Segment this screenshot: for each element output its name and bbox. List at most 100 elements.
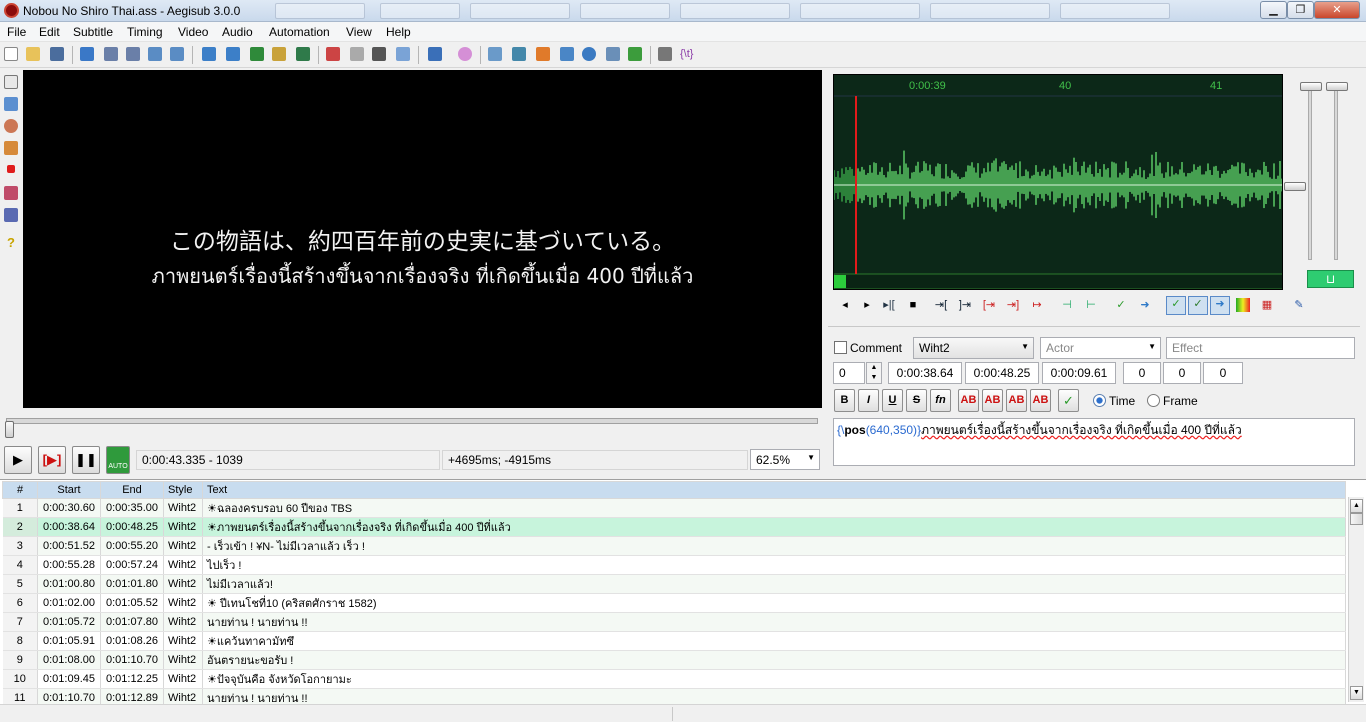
subtitle-grid[interactable]: # Start End Style Text 1 0:00:30.60 0:00:3…: [0, 479, 1366, 722]
header-start[interactable]: Start: [37, 481, 101, 499]
play-after-end-icon[interactable]: ⇥]: [1006, 298, 1020, 312]
table-row[interactable]: 5 0:01:00.80 0:01:01.80 Wiht2 ไม่มีเวลาแล้ว!: [2, 574, 1346, 594]
previous-line-icon[interactable]: ◂: [838, 298, 852, 312]
menu-audio[interactable]: Audio: [222, 25, 253, 39]
scroll-down-icon[interactable]: ▼: [1350, 686, 1363, 700]
video-seek-thumb[interactable]: [5, 421, 14, 438]
snap-to-keyframe-icon[interactable]: [488, 47, 502, 61]
menu-timing[interactable]: Timing: [127, 25, 163, 39]
bold-button[interactable]: B: [834, 389, 855, 412]
secondary-color-button[interactable]: AB: [982, 389, 1003, 412]
zoom-out-icon[interactable]: [126, 47, 140, 61]
video-display[interactable]: この物語は、約四百年前の史実に基づいている。 ภาพยนตร์เรื่องนี้…: [23, 70, 822, 408]
auto-next-toggle[interactable]: ✓: [1188, 296, 1208, 315]
lead-in-icon[interactable]: ⊣: [1060, 298, 1074, 312]
check-icon[interactable]: [628, 47, 642, 61]
table-row[interactable]: 6 0:01:02.00 0:01:05.52 Wiht2 ☀ ปีเทนโชที่10…: [2, 593, 1346, 613]
scale-tool-icon[interactable]: [7, 165, 15, 173]
play-selection-icon[interactable]: ▸|[: [882, 298, 896, 312]
table-row[interactable]: 10 0:01:09.45 0:01:12.25 Wiht2 ☀ปัจจุบันคือ …: [2, 669, 1346, 689]
kanji-timer-icon[interactable]: [458, 47, 472, 61]
standard-tool-icon[interactable]: [4, 75, 18, 89]
translation-assistant-icon[interactable]: [396, 47, 410, 61]
audio-vertical-zoom-thumb[interactable]: [1284, 182, 1306, 191]
end-time-input[interactable]: 0:00:48.25: [965, 362, 1039, 384]
shift-times-icon[interactable]: [326, 47, 340, 61]
tag-toggle-icon[interactable]: {\t}: [680, 47, 694, 61]
menu-automation[interactable]: Automation: [269, 25, 330, 39]
play-button[interactable]: ▶: [4, 446, 32, 474]
menu-help[interactable]: Help: [386, 25, 411, 39]
effect-input[interactable]: Effect: [1166, 337, 1355, 359]
zoom-in-icon[interactable]: [104, 47, 118, 61]
table-row[interactable]: 2 0:00:38.64 0:00:48.25 Wiht2 ☀ภาพยนตร์เรื่อ…: [2, 517, 1346, 537]
menu-video[interactable]: Video: [178, 25, 208, 39]
header-end[interactable]: End: [100, 481, 164, 499]
start-time-input[interactable]: 0:00:38.64: [888, 362, 962, 384]
menu-edit[interactable]: Edit: [39, 25, 60, 39]
link-volume-toggle[interactable]: ⊔: [1307, 270, 1354, 288]
style-select[interactable]: Wiht2 ▼: [913, 337, 1034, 359]
layer-spin-buttons[interactable]: ▲ ▼: [866, 362, 882, 384]
audio-volume-thumb[interactable]: [1326, 82, 1348, 91]
rotate-z-icon[interactable]: [4, 119, 18, 133]
underline-button[interactable]: U: [882, 389, 903, 412]
automation-icon[interactable]: [428, 47, 442, 61]
time-icon[interactable]: [582, 47, 596, 61]
timing-processor-icon[interactable]: [372, 47, 386, 61]
stop-icon[interactable]: [560, 47, 574, 61]
play-line-button[interactable]: [▶]: [38, 446, 66, 474]
video-zoom-select[interactable]: 62.5% ▼: [750, 449, 820, 470]
actor-input[interactable]: Actor ▼: [1040, 337, 1161, 359]
auto-scroll-audio-toggle[interactable]: ➜: [1210, 296, 1230, 315]
go-to-next-icon[interactable]: ➜: [1138, 298, 1152, 312]
vector-clip-icon[interactable]: [4, 208, 18, 222]
reload-icon[interactable]: [606, 47, 620, 61]
play-line-icon[interactable]: [536, 47, 550, 61]
fonts-collector-icon[interactable]: [226, 47, 240, 61]
play-before-end-icon[interactable]: [⇥: [982, 298, 996, 312]
table-row[interactable]: 1 0:00:30.60 0:00:35.00 Wiht2 ☀ฉลองครบรอบ 60…: [2, 498, 1346, 518]
play-after-start-icon[interactable]: ]⇥: [958, 298, 972, 312]
header-number[interactable]: #: [2, 481, 38, 499]
layer-input[interactable]: 0: [833, 362, 865, 384]
open-file-icon[interactable]: [26, 47, 40, 61]
styles-manager-icon[interactable]: [272, 47, 286, 61]
help-icon[interactable]: ?: [4, 236, 18, 250]
video-time-frame[interactable]: 0:00:43.335 - 1039: [136, 450, 440, 470]
table-row[interactable]: 3 0:00:51.52 0:00:55.20 Wiht2- เร็วเข้า ! ¥…: [2, 536, 1346, 556]
table-row[interactable]: 8 0:01:05.91 0:01:08.26 Wiht2 ☀แคว้นทาคามัทซ…: [2, 631, 1346, 651]
save-file-icon[interactable]: [50, 47, 64, 61]
margin-left-input[interactable]: 0: [1123, 362, 1161, 384]
rotate-xy-icon[interactable]: [4, 141, 18, 155]
grid-scrollbar[interactable]: ▲ ▼: [1348, 497, 1364, 702]
table-row[interactable]: 9 0:01:08.00 0:01:10.70 Wiht2 อันตรายนะขอรั…: [2, 650, 1346, 670]
menu-file[interactable]: File: [7, 25, 26, 39]
menu-subtitle[interactable]: Subtitle: [73, 25, 113, 39]
italic-button[interactable]: I: [858, 389, 879, 412]
karaoke-mode-icon[interactable]: ▦: [1260, 298, 1274, 312]
commit-check-icon[interactable]: ✓: [1114, 298, 1128, 312]
find-icon[interactable]: [148, 47, 162, 61]
menu-view[interactable]: View: [346, 25, 372, 39]
margin-right-input[interactable]: 0: [1163, 362, 1201, 384]
header-style[interactable]: Style: [163, 481, 203, 499]
attachments-icon[interactable]: [202, 47, 216, 61]
stop-audio-icon[interactable]: ■: [906, 298, 920, 312]
maximize-button[interactable]: ❐: [1287, 1, 1314, 19]
jump-to-icon[interactable]: [80, 47, 94, 61]
spellcheck-icon[interactable]: [350, 47, 364, 61]
shadow-color-button[interactable]: AB: [1030, 389, 1051, 412]
primary-color-button[interactable]: AB: [958, 389, 979, 412]
autoscroll-toggle[interactable]: AUTO: [106, 446, 130, 474]
audio-volume-track[interactable]: [1334, 84, 1338, 260]
options-icon[interactable]: [658, 47, 672, 61]
strikeout-button[interactable]: S: [906, 389, 927, 412]
video-sync-icon[interactable]: [512, 47, 526, 61]
auto-commit-toggle[interactable]: ✓: [1166, 296, 1186, 315]
spectrum-mode-icon[interactable]: [1236, 298, 1250, 312]
margin-vertical-input[interactable]: 0: [1203, 362, 1243, 384]
clip-tool-icon[interactable]: [4, 186, 18, 200]
scroll-thumb[interactable]: [1350, 513, 1363, 525]
duration-input[interactable]: 0:00:09.61: [1042, 362, 1116, 384]
